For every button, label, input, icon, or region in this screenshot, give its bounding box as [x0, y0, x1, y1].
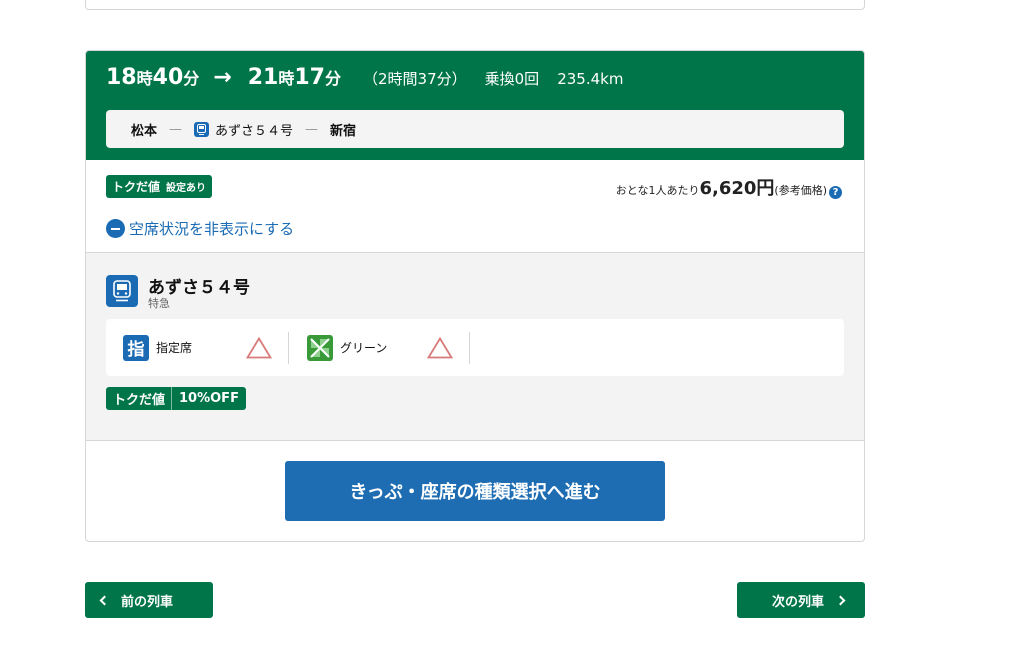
price-note: (参考価格): [774, 184, 827, 197]
discount-badge: トクだ値 10%OFF: [106, 387, 246, 410]
minus-circle-icon: [106, 219, 125, 238]
depart-minute-unit: 分: [183, 69, 200, 88]
route-bar: 松本 — あずさ５４号 — 新宿: [106, 110, 844, 148]
seat-green[interactable]: グリーン: [307, 332, 454, 364]
divider: [288, 331, 290, 364]
seat-label-green: グリーン: [340, 341, 388, 355]
fare-summary: トクだ値 設定あり おとな1人あたり 6,620円 (参考価格) ? 空席状況を非…: [86, 160, 864, 253]
divider: [469, 331, 471, 364]
route-dash: —: [169, 121, 183, 137]
next-train-label: 次の列車: [772, 594, 825, 610]
train-type: 特急: [148, 297, 170, 310]
seat-label-reserved: 指定席: [156, 341, 193, 355]
price-prefix: おとな1人あたり: [615, 184, 700, 197]
triangle-icon: [246, 336, 273, 359]
duration: （2時間37分）: [363, 70, 467, 88]
arrive-hour-unit: 時: [278, 69, 295, 88]
tokudane-label: トクだ値: [112, 180, 161, 194]
destination-station: 新宿: [330, 123, 357, 139]
time-summary: 18 時 40 分 → 21 時 17 分 （2時間37分） 乗換0回 235.…: [106, 65, 623, 90]
arrive-hour: 21: [247, 65, 279, 90]
train-detail: あずさ５４号 特急 指 指定席 グリーン トクだ値 10%OFF: [86, 253, 864, 441]
reserved-seat-icon: 指: [123, 334, 149, 361]
toggle-label: 空席状況を非表示にする: [129, 220, 295, 238]
arrow-icon: →: [213, 65, 232, 90]
transfers: 乗換0回: [484, 70, 540, 88]
route-dash: —: [305, 121, 319, 137]
train-icon: [194, 121, 210, 137]
seat-reserved[interactable]: 指 指定席: [123, 332, 273, 364]
chevron-right-icon: [835, 595, 846, 605]
help-icon[interactable]: ?: [829, 186, 842, 199]
clover-icon: [307, 334, 334, 361]
train-icon: [106, 275, 138, 307]
arrive-minute-unit: 分: [324, 69, 341, 88]
distance: 235.4km: [557, 70, 624, 88]
tokudane-sub: 設定あり: [166, 183, 207, 194]
discount-value: 10%OFF: [179, 391, 239, 406]
tokudane-badge: トクだ値 設定あり: [106, 175, 213, 198]
proceed-button[interactable]: きっぷ・座席の種類選択へ進む: [285, 461, 665, 521]
previous-result-card-edge: [85, 0, 865, 10]
depart-minute: 40: [152, 65, 184, 90]
origin-station: 松本: [131, 123, 158, 139]
reference-price: おとな1人あたり 6,620円 (参考価格) ?: [616, 174, 842, 200]
price-amount: 6,620円: [699, 178, 775, 199]
route-train-name: あずさ５４号: [215, 123, 294, 139]
triangle-icon: [427, 336, 454, 359]
train-result-card: 18 時 40 分 → 21 時 17 分 （2時間37分） 乗換0回 235.…: [85, 50, 865, 542]
next-train-button[interactable]: 次の列車: [737, 582, 865, 618]
depart-hour-unit: 時: [136, 69, 153, 88]
previous-train-label: 前の列車: [121, 594, 174, 610]
hide-availability-toggle[interactable]: 空席状況を非表示にする: [106, 218, 294, 239]
result-header: 18 時 40 分 → 21 時 17 分 （2時間37分） 乗換0回 235.…: [86, 51, 864, 160]
depart-hour: 18: [106, 65, 137, 90]
chevron-left-icon: [99, 595, 110, 605]
discount-label: トクだ値: [106, 387, 173, 410]
seat-availability-row: 指 指定席 グリーン: [106, 319, 844, 376]
arrive-minute: 17: [294, 65, 325, 90]
previous-train-button[interactable]: 前の列車: [85, 582, 213, 618]
